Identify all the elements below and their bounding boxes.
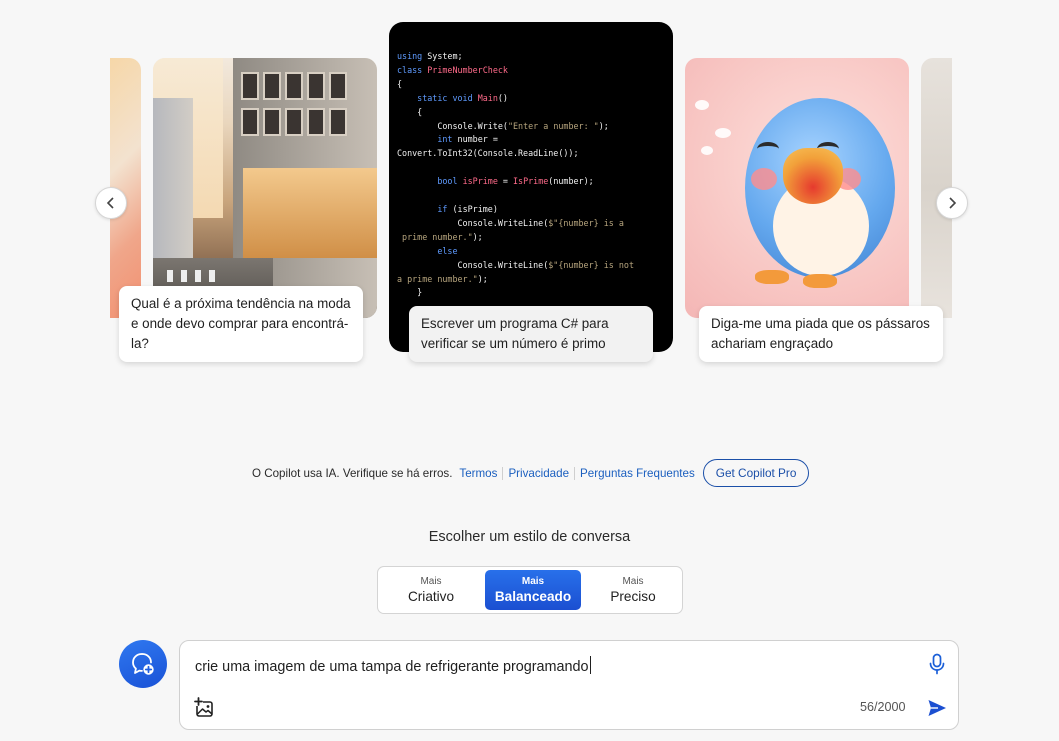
card-fashion[interactable] — [153, 58, 377, 318]
terms-link[interactable]: Termos — [459, 467, 497, 480]
divider — [574, 466, 576, 480]
code-snippet: using System; class PrimeNumberCheck { s… — [397, 51, 634, 298]
divider — [502, 466, 504, 480]
carousel-prev-button[interactable] — [95, 187, 127, 219]
card-caption-csharp[interactable]: Escrever um programa C# para verificar s… — [409, 306, 653, 362]
carousel-next-button[interactable] — [936, 187, 968, 219]
get-copilot-pro-button[interactable]: Get Copilot Pro — [702, 459, 810, 487]
card-caption-fashion[interactable]: Qual é a próxima tendência na moda e ond… — [119, 286, 363, 362]
card-csharp-code[interactable]: using System; class PrimeNumberCheck { s… — [389, 22, 673, 352]
card-bird[interactable] — [685, 58, 909, 318]
add-image-icon[interactable] — [194, 697, 216, 719]
character-counter: 56/2000 — [860, 700, 906, 714]
faq-link[interactable]: Perguntas Frequentes — [580, 467, 695, 480]
card-caption-bird[interactable]: Diga-me uma piada que os pássaros achari… — [699, 306, 943, 362]
chat-composer[interactable]: crie uma imagem de uma tampa de refriger… — [179, 640, 959, 730]
style-option-precise[interactable]: Mais Preciso — [585, 570, 681, 610]
privacy-link[interactable]: Privacidade — [508, 467, 569, 480]
new-topic-icon — [132, 653, 154, 675]
conversation-style-title: Escolher um estilo de conversa — [428, 529, 631, 545]
prompt-input[interactable]: crie uma imagem de uma tampa de refriger… — [195, 656, 591, 675]
microphone-icon[interactable] — [928, 653, 946, 675]
disclaimer-bar: O Copilot usa IA. Verifique se há erros.… — [252, 459, 810, 487]
style-option-creative[interactable]: Mais Criativo — [383, 570, 479, 610]
chevron-left-icon — [106, 197, 114, 209]
chevron-right-icon — [949, 197, 957, 209]
disclaimer-text: O Copilot usa IA. Verifique se há erros. — [252, 466, 453, 480]
new-topic-button[interactable] — [119, 640, 167, 688]
conversation-style-selector: Mais Criativo Mais Balanceado Mais Preci… — [377, 566, 683, 614]
text-caret — [589, 656, 591, 674]
send-icon[interactable] — [926, 697, 948, 719]
style-option-balanced[interactable]: Mais Balanceado — [485, 570, 581, 610]
